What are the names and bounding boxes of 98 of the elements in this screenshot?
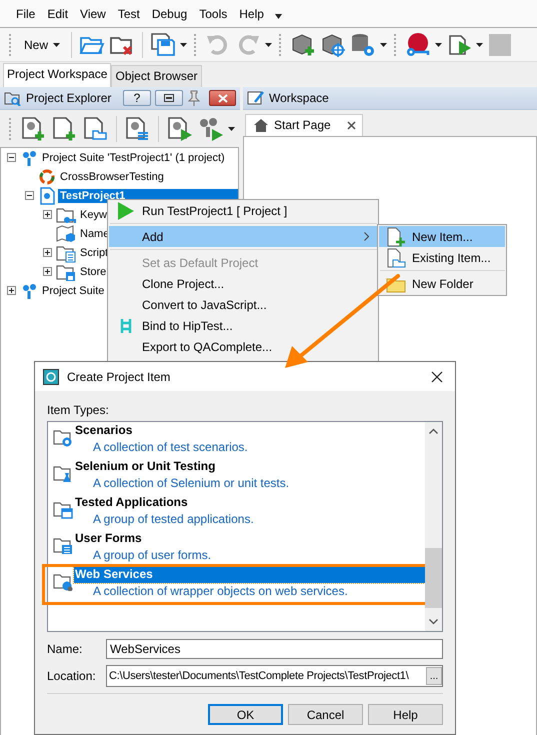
dialog-button[interactable]: Help — [368, 704, 443, 725]
menu-item[interactable]: Convert to JavaScript... — [109, 294, 377, 315]
folder-search-icon — [4, 90, 22, 106]
dialog-button[interactable]: Cancel — [288, 704, 363, 725]
list-item[interactable]: User Forms — [74, 530, 425, 547]
chevron-up-icon[interactable] — [429, 428, 438, 434]
item-description: A collection of test scenarios. — [92, 439, 249, 454]
location-field[interactable]: C:\Users\tester\Documents\TestComplete Projects\TestProject1\ ... — [106, 665, 443, 687]
field-label: Location: — [47, 669, 97, 683]
caret-icon[interactable] — [53, 42, 60, 46]
project-add-icon[interactable] — [20, 115, 47, 142]
panel-title: Workspace — [269, 91, 329, 105]
ring-icon — [38, 168, 56, 186]
menu-item[interactable]: Export to QAComplete... — [109, 336, 377, 357]
dialog-title: Create Project Item — [67, 370, 170, 384]
dialog-button[interactable]: OK — [208, 704, 283, 725]
document-folder-icon — [386, 248, 406, 268]
edit-window-icon — [247, 90, 265, 106]
caret-icon[interactable] — [476, 42, 484, 46]
menu-item[interactable]: File — [15, 6, 36, 20]
chevron-right-icon — [364, 232, 369, 241]
collapse-icon[interactable] — [7, 153, 16, 162]
list-item[interactable]: Selenium or Unit Testing — [74, 458, 425, 475]
project-list-icon[interactable] — [124, 115, 151, 142]
scroll-thumb[interactable] — [425, 548, 442, 608]
menu-item[interactable]: Add — [109, 226, 377, 247]
project-icon — [38, 186, 56, 204]
tree-item[interactable]: CrossBrowserTesting — [58, 170, 166, 184]
window-icon — [164, 94, 174, 102]
tree-item[interactable]: Store — [78, 264, 108, 278]
list-item[interactable]: Tested Applications — [74, 494, 425, 511]
close-icon[interactable] — [346, 120, 356, 130]
tab[interactable]: Object Browser — [111, 65, 202, 87]
item-description: A group of tested applications. — [92, 511, 255, 526]
project-run-icon[interactable] — [166, 115, 193, 142]
caret-icon[interactable] — [180, 42, 188, 46]
field-label: Name: — [47, 642, 84, 656]
item-description: A group of user forms. — [92, 547, 212, 562]
tab[interactable]: Project Workspace — [3, 63, 112, 87]
caret-icon[interactable] — [265, 42, 272, 46]
expand-icon[interactable] — [43, 248, 52, 257]
menu-item[interactable]: Bind to HipTest... — [109, 315, 377, 336]
suite-run-icon[interactable] — [197, 115, 224, 142]
cube-target-icon[interactable] — [320, 32, 346, 58]
scrollbar[interactable] — [425, 422, 442, 631]
restore-button[interactable] — [155, 90, 183, 106]
caret-icon[interactable] — [380, 42, 388, 46]
caret-icon[interactable] — [435, 42, 442, 46]
help-button[interactable]: ? — [123, 90, 151, 106]
menu-item[interactable]: Clone Project... — [109, 273, 377, 294]
menu-item[interactable]: Debug — [150, 6, 188, 20]
document-add-icon[interactable] — [51, 115, 78, 142]
pin-icon[interactable] — [187, 90, 201, 106]
menu-item[interactable]: New Folder — [379, 273, 505, 294]
menu-item[interactable]: New Item... — [379, 226, 505, 247]
menu-item[interactable]: View — [79, 6, 107, 20]
item-description: A collection of Selenium or unit tests. — [92, 475, 290, 490]
map-icon — [56, 224, 76, 244]
menu-item[interactable]: Run TestProject1 [ Project ] — [109, 200, 377, 221]
home-icon — [254, 118, 268, 132]
play-icon — [118, 202, 134, 220]
tree-item[interactable]: Keyw — [78, 208, 109, 222]
tab[interactable]: Start Page — [245, 114, 363, 136]
close-button[interactable] — [209, 90, 236, 106]
link-icon — [118, 316, 132, 334]
project-suite-icon — [20, 148, 38, 166]
app-icon — [43, 368, 59, 384]
tree-item[interactable]: Script — [78, 246, 110, 260]
menu-item[interactable]: Existing Item... — [379, 247, 505, 268]
tree-item[interactable]: Project Suite — [40, 284, 106, 298]
menu-item[interactable]: Help — [238, 6, 265, 20]
list-item[interactable]: Web Services — [74, 566, 425, 583]
item-description: A collection of wrapper objects on web services. — [92, 583, 349, 598]
collapse-icon[interactable] — [25, 191, 34, 200]
key-badge-icon[interactable] — [405, 32, 432, 58]
tree-item[interactable]: Project Suite 'TestProject1' (1 project) — [40, 150, 227, 164]
document-folder-icon[interactable] — [82, 115, 109, 142]
name-field[interactable]: WebServices — [106, 639, 443, 659]
field-label: Item Types: — [47, 403, 110, 417]
project-suite-icon — [20, 282, 38, 300]
cube-add-icon[interactable] — [290, 32, 316, 58]
chevron-down-icon[interactable] — [429, 619, 438, 625]
menu-item[interactable]: Tools — [198, 6, 228, 20]
expand-icon[interactable] — [43, 210, 52, 219]
menu-item[interactable]: Test — [116, 6, 141, 20]
browse-button[interactable]: ... — [426, 667, 442, 685]
close-icon[interactable] — [431, 370, 443, 382]
caret-icon[interactable] — [228, 126, 235, 130]
panel-title: Project Explorer — [26, 91, 112, 105]
menu-item[interactable]: Edit — [46, 6, 70, 20]
new-button[interactable]: New — [20, 36, 64, 54]
list-item[interactable]: Scenarios — [74, 422, 425, 439]
chevron-down-icon[interactable] — [274, 14, 282, 19]
tab-label: Start Page — [274, 118, 331, 132]
expand-icon[interactable] — [7, 286, 16, 295]
expand-icon[interactable] — [43, 267, 52, 276]
document-add-icon — [386, 226, 406, 246]
save-icon[interactable] — [150, 32, 176, 58]
